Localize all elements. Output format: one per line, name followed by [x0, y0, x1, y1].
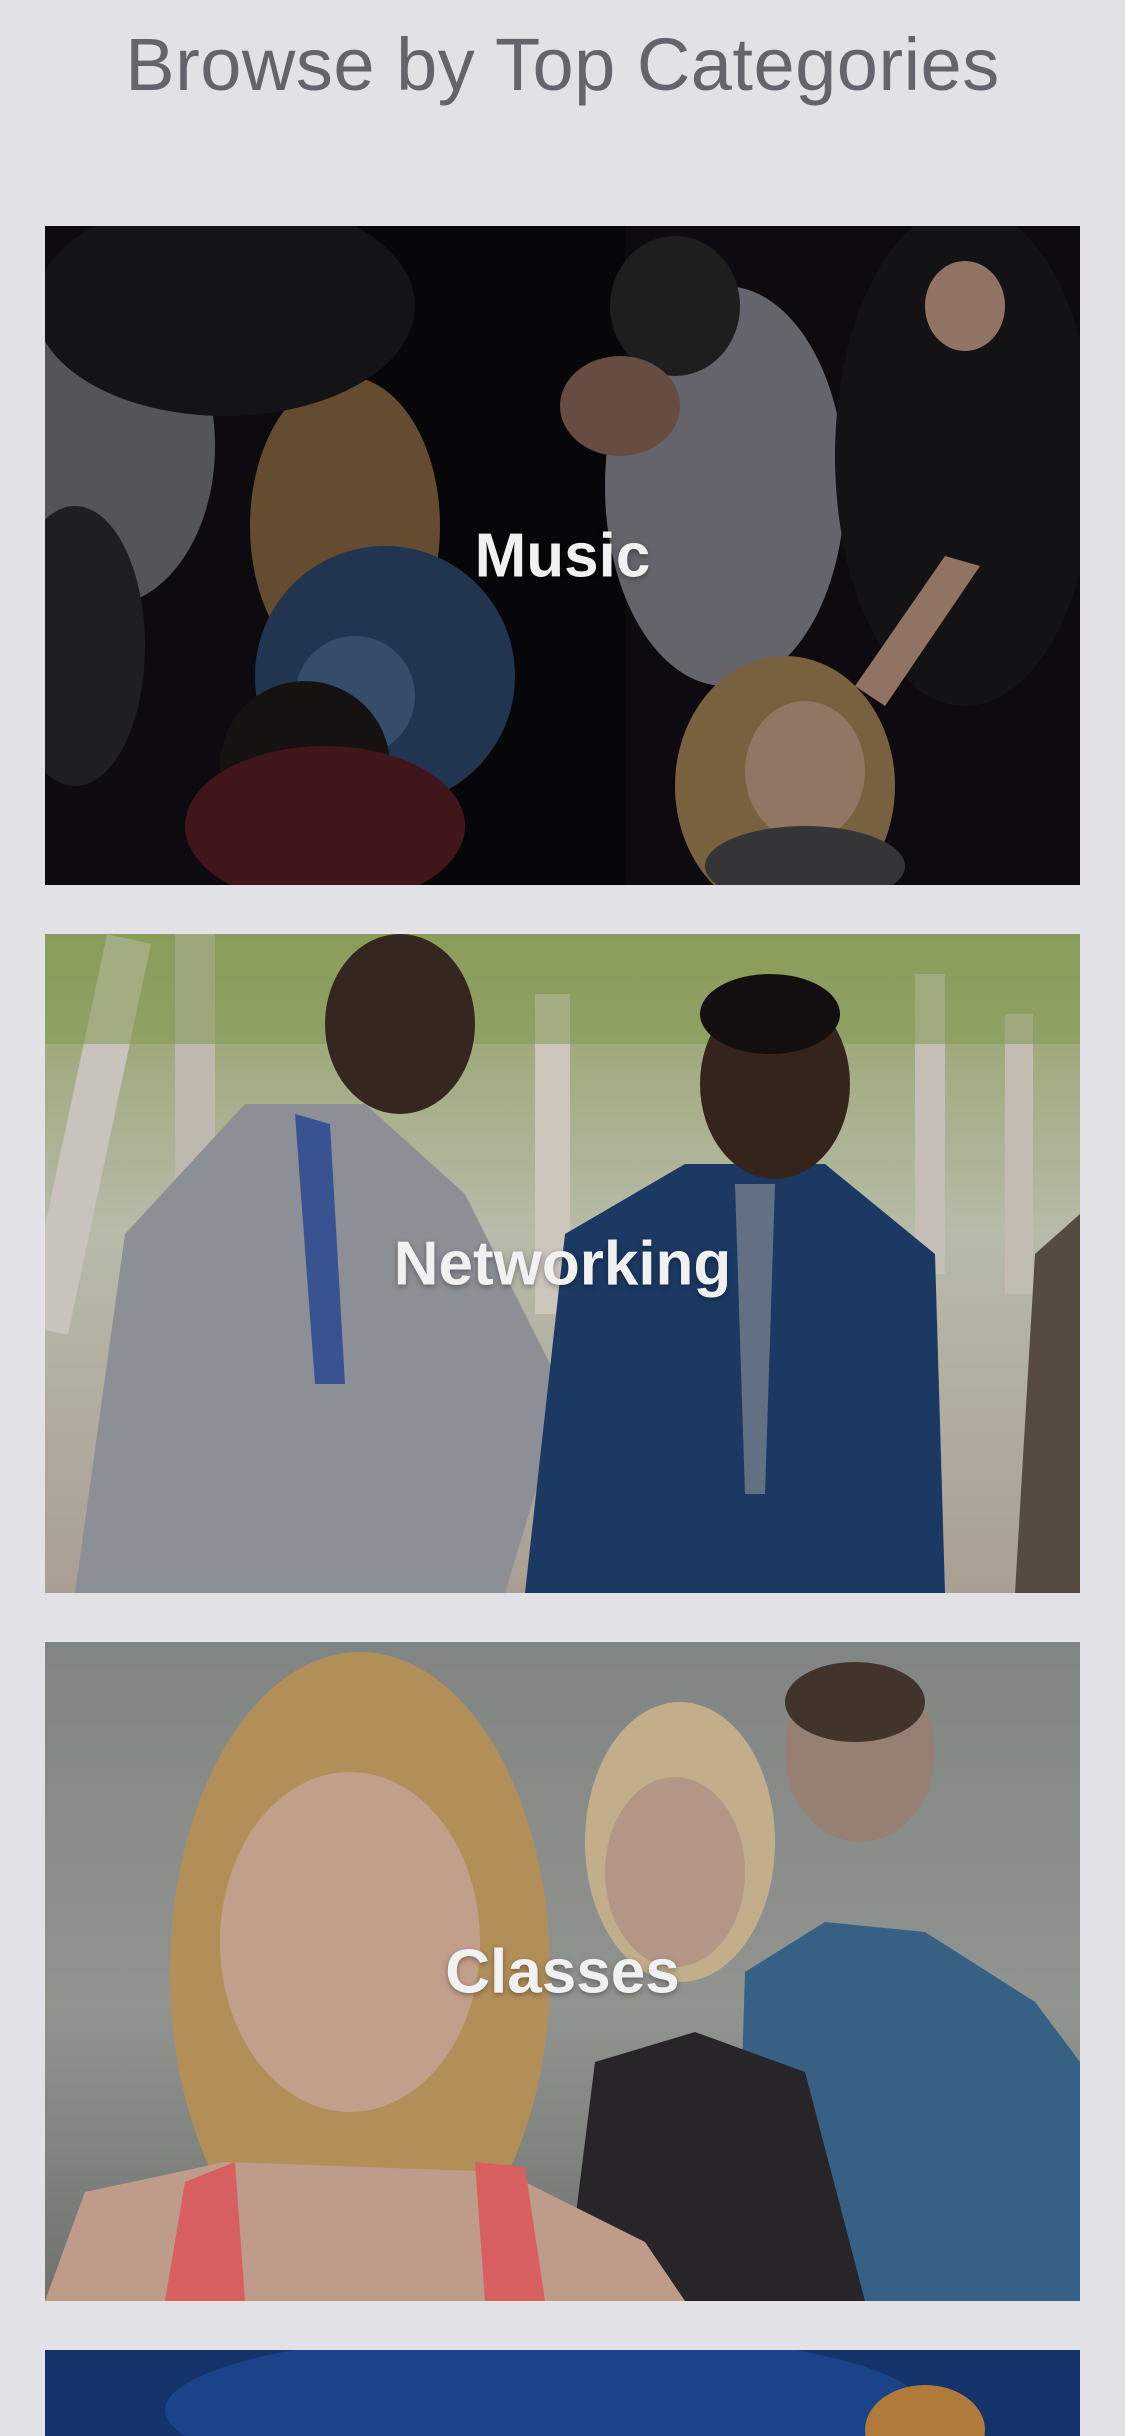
page-title: Browse by Top Categories: [125, 23, 1000, 106]
category-label: Music: [474, 521, 651, 590]
category-label: Classes: [445, 1937, 680, 2006]
category-browse-screen: Browse by Top Categories Music Networkin…: [0, 0, 1125, 2436]
category-card-partial[interactable]: [45, 2350, 1080, 2436]
performer-on-stage-photo: [45, 2350, 1080, 2436]
category-label: Networking: [393, 1229, 732, 1298]
category-card-classes[interactable]: Classes: [45, 1642, 1080, 2301]
category-card-music[interactable]: Music: [45, 226, 1080, 885]
category-card-networking[interactable]: Networking: [45, 934, 1080, 1593]
